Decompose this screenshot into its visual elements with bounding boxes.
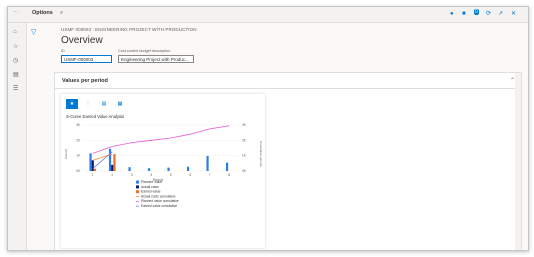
clock-icon[interactable]: ◷ — [13, 57, 18, 64]
open-new-window-icon[interactable]: ↗ — [498, 10, 503, 18]
star-icon[interactable]: ☆ — [13, 43, 18, 50]
y2-tick-label: 2K — [242, 138, 247, 142]
bar-0 — [128, 167, 131, 171]
bar-1 — [111, 164, 114, 171]
window-title: Options — [32, 10, 53, 16]
notification-icon[interactable]: 0 — [474, 9, 479, 15]
title-bar: ⋯ Options ⌕ ● ■ 0 ⟳ ↗ ✕ — [8, 7, 528, 23]
y2-tick-label: 3K — [242, 123, 247, 127]
legend-swatch — [136, 180, 139, 184]
legend-item: Actual costs cumulative — [141, 194, 176, 198]
main-content: ▽ USMF 000003 : ENGINEERING PROJECT WITH… — [27, 23, 528, 250]
stacked-icon[interactable]: ▤ — [98, 99, 110, 109]
x-tick-label: 1 — [92, 173, 94, 177]
section-title[interactable]: Values per period — [62, 78, 108, 84]
legend-item: Planned value cumulative — [141, 199, 179, 203]
legend-item: Earned value — [141, 190, 161, 194]
legend-item: Planned Value — [141, 180, 162, 184]
office-icon[interactable]: ■ — [462, 10, 466, 18]
x-tick-label: 8 — [228, 173, 230, 177]
legend-item: Actual costs — [141, 185, 159, 189]
x-tick-label: 2 — [111, 173, 113, 177]
refresh-icon[interactable]: ⟳ — [486, 10, 491, 18]
bar-0 — [186, 166, 190, 171]
description-field[interactable]: Engineering Project with Produc... — [118, 55, 194, 63]
close-icon[interactable]: ✕ — [511, 10, 516, 18]
column-icon[interactable]: ⋮ — [82, 99, 94, 109]
list-icon[interactable]: ☰ — [13, 85, 18, 92]
bar-0 — [225, 162, 229, 171]
y-tick-label: 3K — [76, 123, 81, 127]
grouped-icon[interactable]: ▦ — [114, 99, 126, 109]
link-icon[interactable]: ● — [450, 10, 454, 18]
search-icon[interactable]: ⌕ — [60, 10, 63, 17]
cumulative-line-1 — [92, 125, 230, 154]
x-tick-label: 4 — [150, 173, 152, 177]
x-tick-label: 3 — [131, 173, 133, 177]
description-label: Cost control budget description — [118, 49, 171, 53]
home-icon[interactable]: ⌂ — [13, 29, 17, 35]
bar-2 — [93, 168, 97, 171]
app-window: ⋯ Options ⌕ ● ■ 0 ⟳ ↗ ✕ ⌂ ☆ ◷ ▤ ☰ ▽ USMF… — [7, 6, 529, 251]
y2-tick-label: 1K — [242, 154, 247, 158]
x-tick-label: 5 — [170, 173, 172, 177]
y2-axis-label: Cumulative amount — [259, 141, 263, 167]
bar-2 — [113, 154, 116, 171]
bar-0 — [89, 153, 92, 171]
y-axis-label: Amount — [64, 149, 68, 160]
page-title: Overview — [61, 35, 103, 46]
bar-0 — [167, 167, 170, 171]
breadcrumb: USMF 000003 : ENGINEERING PROJECT WITH P… — [61, 27, 197, 32]
vertical-scrollbar[interactable] — [515, 73, 521, 250]
y-tick-label: 1K — [76, 154, 81, 158]
y-tick-label: 2K — [76, 138, 81, 142]
chart-panel: ★ ⋮ ▤ ▦ S-Curve Earned Value Analysis 0K… — [61, 94, 265, 248]
chart-title: S-Curve Earned Value Analysis — [66, 114, 125, 119]
id-label: ID — [61, 49, 65, 53]
bar-chart-icon[interactable]: ★ — [66, 99, 78, 109]
y-tick-label: 0K — [76, 169, 81, 173]
navigation-pane: ⌂ ☆ ◷ ▤ ☰ — [8, 23, 27, 250]
legend-swatch — [136, 185, 139, 189]
bar-0 — [206, 155, 209, 171]
menu-icon[interactable]: ⋯ — [13, 10, 19, 16]
x-tick-label: 6 — [189, 173, 191, 177]
divider — [55, 88, 521, 89]
y2-tick-label: 0K — [242, 169, 247, 173]
filter-icon[interactable]: ▽ — [31, 28, 36, 36]
bar-1 — [91, 160, 94, 171]
legend-swatch — [136, 190, 139, 194]
bar-0 — [147, 168, 151, 171]
modules-icon[interactable]: ▤ — [13, 71, 19, 78]
values-per-period-section: Values per period ⌃ ★ ⋮ ▤ ▦ S-Curve Earn… — [54, 72, 522, 250]
s-curve-chart: 0K1K2K3K 0K1K2K3K 12345678 Period Amount… — [64, 123, 263, 208]
x-tick-label: 7 — [209, 173, 211, 177]
bar-0 — [108, 148, 112, 171]
legend-item: Earned value cumulative — [141, 204, 177, 208]
id-field[interactable]: USMF-000003 — [61, 55, 112, 63]
